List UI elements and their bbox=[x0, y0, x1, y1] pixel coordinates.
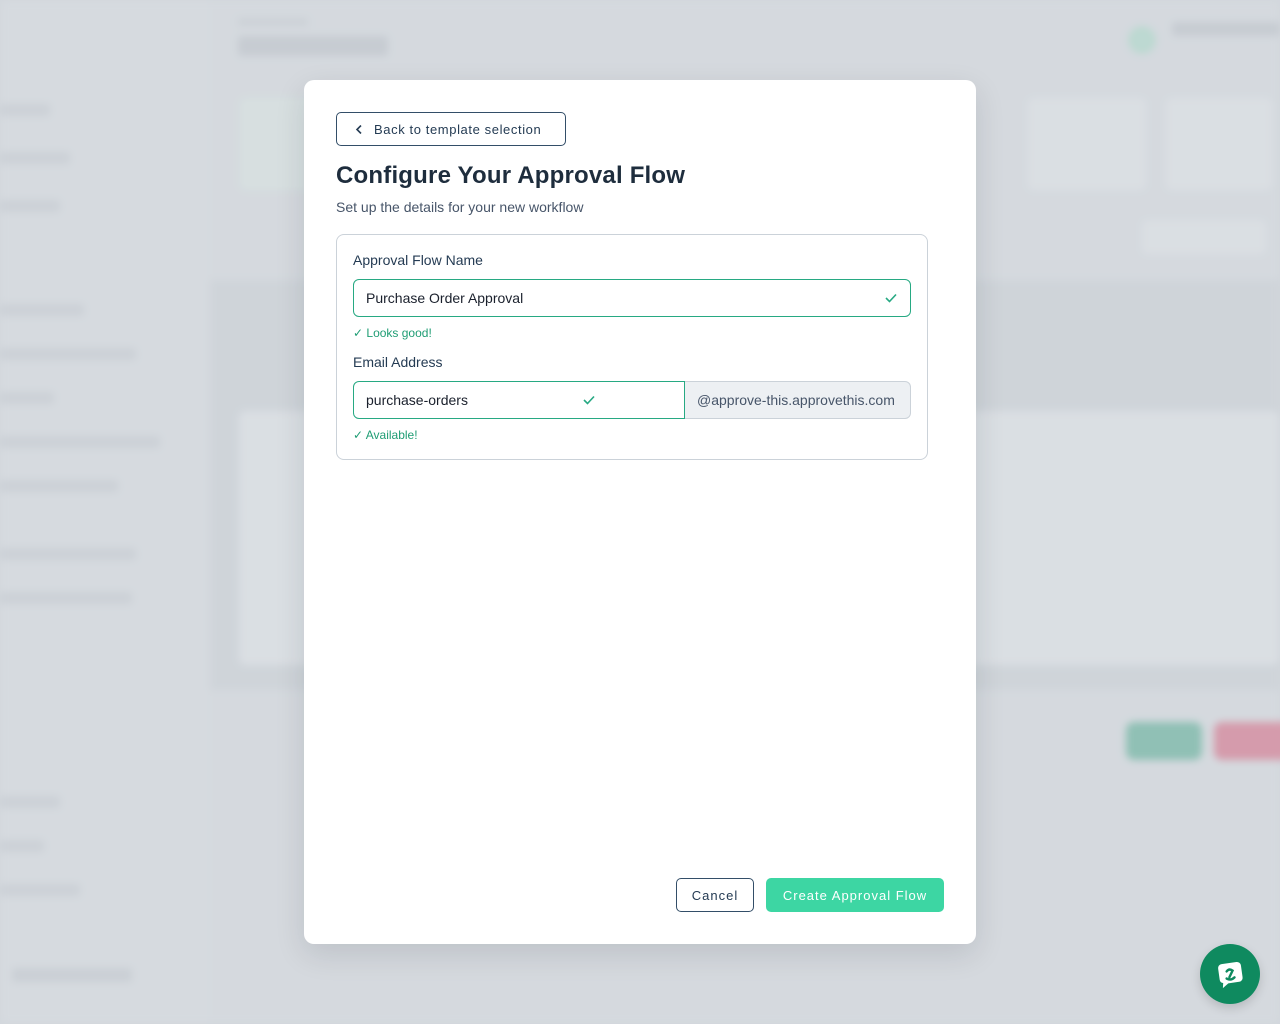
check-icon bbox=[583, 395, 595, 405]
cancel-button[interactable]: Cancel bbox=[676, 878, 754, 912]
flow-name-helper: ✓ Looks good! bbox=[353, 326, 432, 340]
email-label: Email Address bbox=[353, 354, 443, 370]
flow-name-label: Approval Flow Name bbox=[353, 252, 483, 268]
email-domain-suffix: @approve-this.approvethis.com bbox=[685, 381, 911, 419]
email-local-value: purchase-orders bbox=[366, 392, 468, 408]
chevron-left-icon bbox=[355, 124, 362, 134]
flow-name-value: Purchase Order Approval bbox=[366, 290, 524, 306]
configure-flow-modal: Back to template selection Configure You… bbox=[304, 80, 976, 944]
form-card: Approval Flow Name Purchase Order Approv… bbox=[336, 234, 928, 460]
email-local-input[interactable]: purchase-orders bbox=[353, 381, 685, 419]
flow-name-input[interactable]: Purchase Order Approval bbox=[353, 279, 911, 317]
back-to-templates-button[interactable]: Back to template selection bbox=[336, 112, 566, 146]
create-approval-flow-button[interactable]: Create Approval Flow bbox=[766, 878, 944, 912]
chat-icon bbox=[1218, 961, 1243, 989]
email-helper: ✓ Available! bbox=[353, 428, 418, 442]
modal-subtitle: Set up the details for your new workflow bbox=[336, 199, 584, 215]
modal-title: Configure Your Approval Flow bbox=[336, 162, 686, 189]
chat-support-button[interactable] bbox=[1200, 944, 1260, 1004]
back-button-label: Back to template selection bbox=[374, 121, 542, 137]
check-icon bbox=[885, 293, 897, 303]
